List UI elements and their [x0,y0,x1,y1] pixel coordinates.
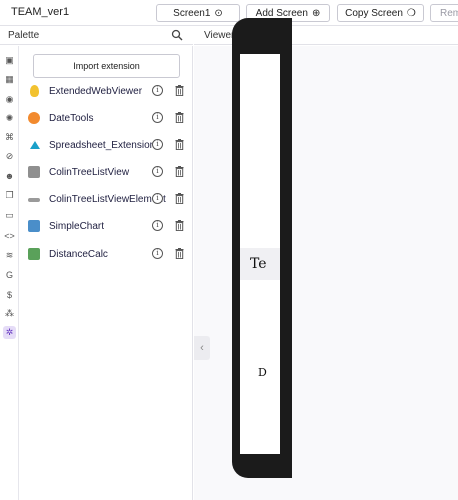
extension-label: ExtendedWebViewer [49,86,143,97]
extension-label: Spreadsheet_Extension [49,140,156,151]
info-icon[interactable]: i [152,166,163,177]
sensors-icon[interactable]: ⊘ [3,150,16,163]
palette-title: Palette [8,30,40,41]
code-icon[interactable]: <> [3,229,16,242]
screen-label-1: Te [250,256,267,272]
chevron-left-icon[interactable]: ‹ [194,336,210,360]
social-icon[interactable]: ☻ [3,169,16,182]
info-icon[interactable]: i [152,85,163,96]
drawing-icon[interactable]: ✺ [3,112,16,125]
chart-icon [28,220,40,232]
copy-screen-label: Copy Screen [345,7,403,19]
spreadsheet-icon [30,141,40,149]
connectivity-icon[interactable]: ▭ [3,209,16,222]
trash-icon[interactable] [175,139,184,150]
listview-icon [28,166,40,178]
trash-icon[interactable] [175,85,184,96]
remove-screen-label: Rem [440,7,458,19]
datetools-icon [28,112,40,124]
trash-icon[interactable] [175,112,184,123]
lightbulb-icon [30,85,39,97]
remove-screen-button[interactable]: Rem [430,4,458,22]
extension-item[interactable]: SimpleChart i [20,217,193,237]
trash-icon[interactable] [175,248,184,259]
info-icon[interactable]: i [152,112,163,123]
palette-panel: Import extension ExtendedWebViewer i DateT… [20,46,193,500]
extension-label: DistanceCalc [49,249,108,260]
viewer-title: Viewer [204,30,235,41]
screen-label-2: D [258,366,267,379]
screen-select[interactable]: Screen1 ⊙ [156,4,240,22]
import-extension-button[interactable]: Import extension [33,54,180,78]
extension-item[interactable]: ColinTreeListView i [20,163,193,183]
extension-item[interactable]: Spreadsheet_Extension i [20,136,193,156]
dropdown-circle-icon: ⊙ [214,7,223,19]
layout-icon[interactable]: ▦ [3,73,16,86]
extension-item[interactable]: ColinTreeListViewElement i [20,190,193,210]
project-name: TEAM_ver1 [11,6,70,18]
media-icon[interactable]: ◉ [3,93,16,106]
category-sidebar: ▣ ▦ ◉ ✺ ⌘ ⊘ ☻ ❐ ▭ <> ≋ G $ ⁂ ✲ [0,46,19,500]
extension-label: DateTools [49,113,94,124]
google-icon[interactable]: G [3,268,16,281]
trash-icon[interactable] [175,220,184,231]
currency-icon[interactable]: $ [3,288,16,301]
trash-icon[interactable] [175,166,184,177]
add-circle-icon: ⊕ [311,7,321,19]
extension-puzzle-icon[interactable]: ✲ [3,326,16,339]
user-interface-icon[interactable]: ▣ [3,54,16,67]
extension-item[interactable]: DateTools i [20,109,193,129]
info-icon[interactable]: i [152,139,163,150]
trash-icon[interactable] [175,193,184,204]
widgets-icon[interactable]: ⁂ [3,307,16,320]
listview-element-icon [28,198,40,202]
copy-circle-icon: ❍ [406,7,416,19]
extension-item[interactable]: ExtendedWebViewer i [20,82,193,102]
search-icon[interactable] [171,29,183,41]
info-icon[interactable]: i [152,220,163,231]
top-toolbar: TEAM_ver1 Screen1 ⊙ Add Screen ⊕ Copy Sc… [0,0,458,26]
extension-label: ColinTreeListView [49,167,130,178]
add-screen-label: Add Screen [255,7,308,19]
map-icon [28,248,40,260]
storage-icon[interactable]: ❐ [3,189,16,202]
palette-header: Palette [0,26,193,45]
info-icon[interactable]: i [152,248,163,259]
copy-screen-button[interactable]: Copy Screen ❍ [337,4,424,22]
feed-icon[interactable]: ≋ [3,249,16,262]
maps-icon[interactable]: ⌘ [3,131,16,144]
info-icon[interactable]: i [152,193,163,204]
screen-select-label: Screen1 [173,7,211,19]
extension-label: ColinTreeListViewElement [49,194,166,205]
extension-label: SimpleChart [49,221,105,232]
extension-item[interactable]: DistanceCalc i [20,245,193,265]
